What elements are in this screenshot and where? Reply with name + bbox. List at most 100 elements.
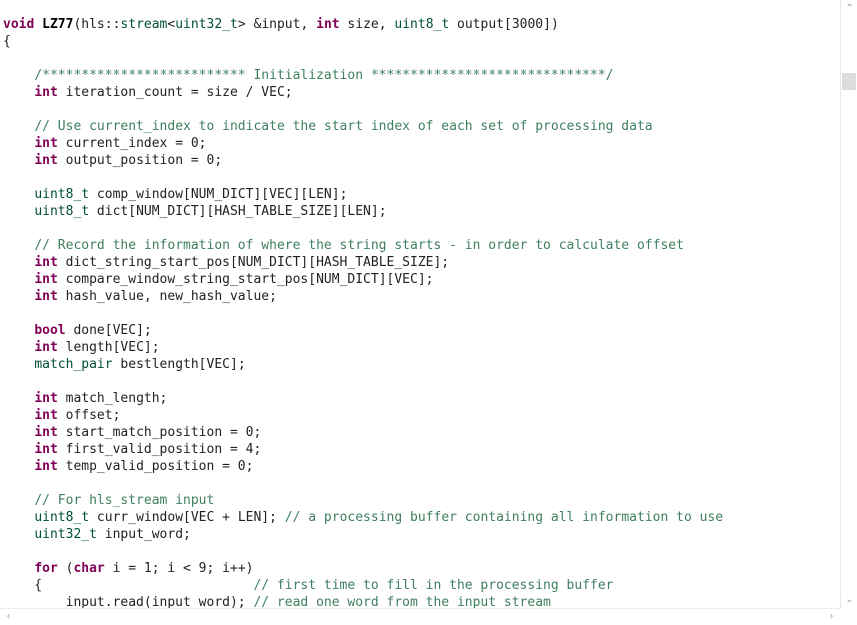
code-line: { // first time to fill in the processin…	[3, 577, 723, 594]
code-line: int temp_valid_position = 0;	[3, 458, 723, 475]
code-line: match_pair bestlength[VEC];	[3, 356, 723, 373]
code-type: uint8_t	[34, 187, 90, 202]
code-token: first_valid_position = 4;	[57, 442, 262, 457]
scroll-up-icon[interactable]: ⌃	[841, 0, 857, 17]
code-line: int length[VEC];	[3, 339, 723, 356]
code-comment: /************************** Initializati…	[34, 68, 614, 83]
code-token: {	[3, 578, 254, 593]
code-type: uint8_t	[394, 17, 450, 32]
code-line: int start_match_position = 0;	[3, 424, 723, 441]
code-token: dict[NUM_DICT][HASH_TABLE_SIZE][LEN];	[89, 204, 387, 219]
code-keyword: int	[34, 340, 58, 355]
code-line: // Use current_index to indicate the sta…	[3, 118, 723, 135]
code-type: stream	[120, 17, 168, 32]
code-keyword: bool	[34, 323, 66, 338]
code-comment: // read one word from the input stream	[253, 595, 551, 608]
scroll-down-icon[interactable]: ⌄	[841, 591, 857, 608]
code-type: match_pair	[34, 357, 113, 372]
code-keyword: int	[34, 255, 58, 270]
code-token: hash_value, new_hash_value;	[57, 289, 277, 304]
code-line: int output_position = 0;	[3, 152, 723, 169]
horizontal-scrollbar[interactable]: ‹ ›	[0, 608, 840, 625]
code-line: int compare_window_string_start_pos[NUM_…	[3, 271, 723, 288]
code-keyword: int	[34, 459, 58, 474]
vertical-scroll-thumb[interactable]	[842, 73, 856, 90]
scrollbar-corner	[840, 608, 857, 625]
code-line: int offset;	[3, 407, 723, 424]
code-line: uint8_t curr_window[VEC + LEN]; // a pro…	[3, 509, 723, 526]
code-line: for (char i = 1; i < 9; i++)	[3, 560, 723, 577]
code-token: comp_window[NUM_DICT][VEC][LEN];	[89, 187, 348, 202]
code-token: output_position = 0;	[57, 153, 223, 168]
code-line: input.read(input_word); // read one word…	[3, 594, 723, 608]
code-line: // For hls_stream input	[3, 492, 723, 509]
code-line: int iteration_count = size / VEC;	[3, 84, 723, 101]
code-token: (hls::	[73, 17, 121, 32]
scroll-left-icon[interactable]: ‹	[0, 608, 17, 625]
code-keyword: int	[34, 391, 58, 406]
code-comment: // For hls_stream input	[34, 493, 215, 508]
vertical-scrollbar[interactable]: ⌃ ⌄	[840, 0, 857, 608]
code-type: uint8_t	[34, 510, 90, 525]
code-token: input.read(input_word);	[3, 595, 254, 608]
scroll-right-icon[interactable]: ›	[823, 608, 840, 625]
code-area[interactable]: void LZ77(hls::stream<uint32_t> &input, …	[3, 16, 723, 608]
code-token: > &input,	[237, 17, 317, 32]
code-token: output[3000])	[449, 17, 559, 32]
code-line: int current_index = 0;	[3, 135, 723, 152]
code-line: uint32_t input_word;	[3, 526, 723, 543]
code-token: length[VEC];	[57, 340, 160, 355]
code-token: iteration_count = size / VEC;	[57, 85, 293, 100]
code-keyword: int	[34, 425, 58, 440]
code-token: (	[57, 561, 74, 576]
code-line: uint8_t comp_window[NUM_DICT][VEC][LEN];	[3, 186, 723, 203]
code-token: done[VEC];	[65, 323, 152, 338]
code-token: offset;	[57, 408, 121, 423]
code-token: start_match_position = 0;	[57, 425, 262, 440]
code-keyword: int	[34, 289, 58, 304]
code-token: size,	[339, 17, 395, 32]
code-keyword: int	[34, 272, 58, 287]
code-token: i = 1; i < 9; i++)	[104, 561, 254, 576]
code-type: uint8_t	[34, 204, 90, 219]
code-line: /************************** Initializati…	[3, 67, 723, 84]
code-token: compare_window_string_start_pos[NUM_DICT…	[57, 272, 434, 287]
code-token: {	[3, 34, 11, 49]
code-line: int hash_value, new_hash_value;	[3, 288, 723, 305]
code-comment: // a processing buffer containing all in…	[284, 510, 724, 525]
code-keyword: int	[34, 136, 58, 151]
code-line: {	[3, 33, 723, 50]
code-token: current_index = 0;	[57, 136, 207, 151]
code-type: uint32_t	[34, 527, 97, 542]
code-line: int first_valid_position = 4;	[3, 441, 723, 458]
code-token: LZ77	[42, 17, 74, 32]
code-keyword: void	[3, 17, 35, 32]
code-editor[interactable]: void LZ77(hls::stream<uint32_t> &input, …	[0, 0, 840, 608]
code-token: dict_string_start_pos[NUM_DICT][HASH_TAB…	[57, 255, 450, 270]
code-line: void LZ77(hls::stream<uint32_t> &input, …	[3, 16, 723, 33]
